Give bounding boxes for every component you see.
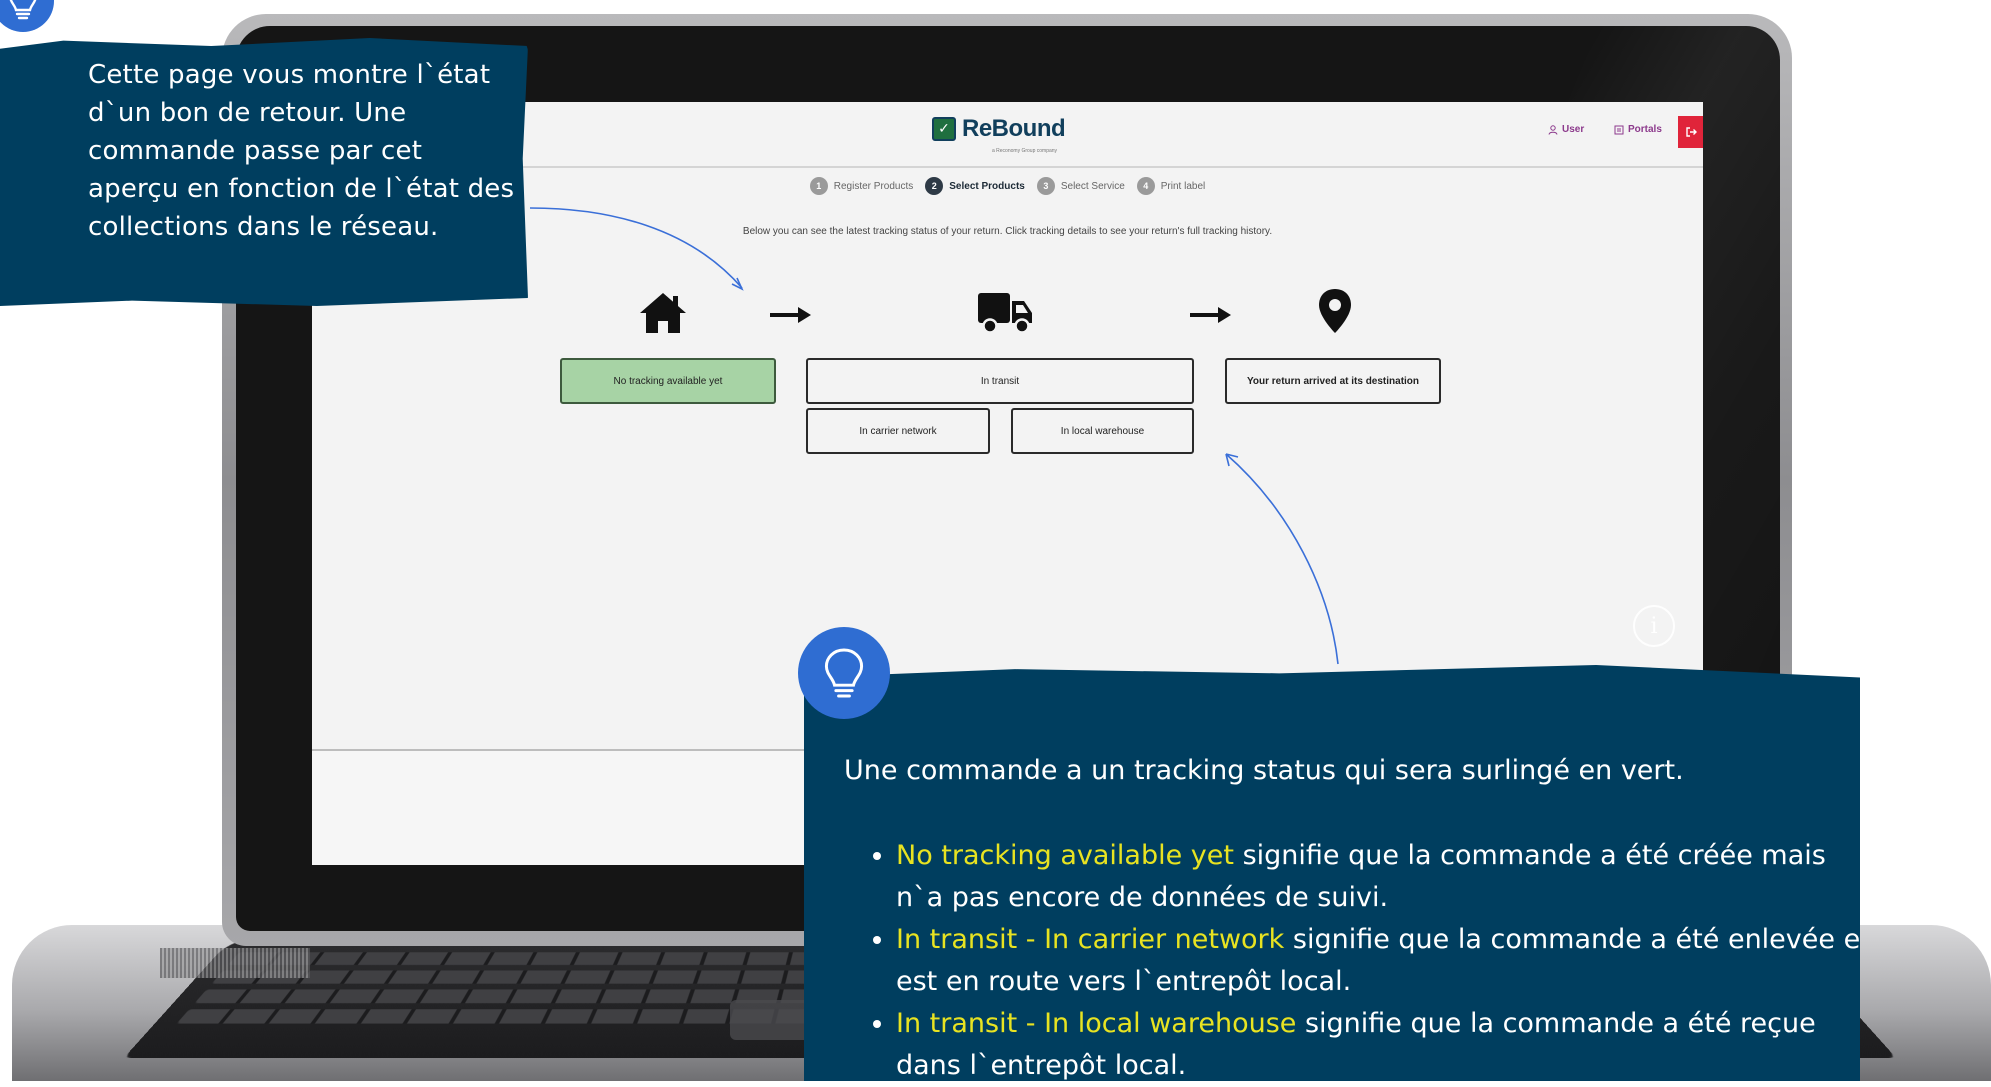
speaker-grill-left bbox=[160, 948, 310, 978]
lightbulb-badge-bottom bbox=[798, 627, 890, 719]
rebound-logo[interactable]: ✓ ReBound bbox=[932, 114, 1066, 144]
arrow-right-icon bbox=[770, 307, 811, 323]
step-select-service[interactable]: 3 Select Service bbox=[1036, 177, 1125, 195]
step-label: Select Service bbox=[1060, 180, 1125, 192]
location-pin-icon bbox=[1319, 289, 1351, 333]
status-arrived[interactable]: Your return arrived at its destination bbox=[1225, 358, 1441, 404]
nav-user-label: User bbox=[1562, 124, 1585, 135]
user-icon bbox=[1548, 124, 1558, 135]
list-item: In transit - In local warehouse signifie… bbox=[896, 1003, 1860, 1081]
list-item: In transit - In carrier network signifie… bbox=[896, 919, 1860, 1003]
status-no-tracking[interactable]: No tracking available yet bbox=[560, 358, 776, 404]
status-explanation-list: No tracking available yet signifie que l… bbox=[844, 835, 1860, 1081]
info-icon[interactable]: i bbox=[1633, 605, 1675, 647]
step-label: Register Products bbox=[833, 180, 914, 192]
callout-top: Cette page vous montre l`état d`un bon d… bbox=[0, 38, 528, 306]
lightbulb-icon bbox=[824, 648, 864, 698]
step-print-label[interactable]: 4 Print label bbox=[1136, 177, 1206, 195]
arrow-right-icon bbox=[1190, 307, 1231, 323]
status-highlight: In transit - In local warehouse bbox=[896, 1008, 1297, 1039]
step-label: Print label bbox=[1160, 180, 1206, 192]
nav-user-link[interactable]: User bbox=[1548, 124, 1584, 135]
logo-check-icon: ✓ bbox=[932, 117, 956, 141]
step-select-products[interactable]: 2 Select Products bbox=[925, 177, 1025, 195]
truck-icon bbox=[978, 293, 1032, 334]
status-in-carrier-network[interactable]: In carrier network bbox=[806, 408, 990, 454]
logout-icon bbox=[1685, 127, 1697, 137]
status-in-local-warehouse[interactable]: In local warehouse bbox=[1011, 408, 1194, 454]
step-register-products[interactable]: 1 Register Products bbox=[809, 177, 914, 195]
nav-portals-label: Portals bbox=[1628, 124, 1662, 135]
lightbulb-icon bbox=[9, 0, 37, 20]
callout-top-text: Cette page vous montre l`état d`un bon d… bbox=[88, 60, 515, 242]
home-icon bbox=[640, 293, 686, 333]
status-highlight: In transit - In carrier network bbox=[896, 924, 1285, 955]
logo-name: ReBound bbox=[962, 115, 1066, 142]
step-number: 4 bbox=[1136, 177, 1155, 195]
lightbulb-badge-top bbox=[0, 0, 54, 32]
nav-portals-link[interactable]: Portals bbox=[1614, 124, 1662, 135]
list-item: No tracking available yet signifie que l… bbox=[896, 835, 1860, 919]
step-number: 3 bbox=[1036, 177, 1055, 195]
callout-bottom: Une commande a un tracking status qui se… bbox=[804, 665, 1860, 1081]
status-highlight: No tracking available yet bbox=[896, 840, 1234, 871]
step-number: 1 bbox=[809, 177, 828, 195]
logo-subtitle: a Reconomy Group company bbox=[992, 148, 1058, 154]
logout-button[interactable] bbox=[1678, 116, 1703, 148]
status-in-transit[interactable]: In transit bbox=[806, 358, 1194, 404]
step-label: Select Products bbox=[949, 180, 1025, 192]
step-number: 2 bbox=[925, 177, 944, 195]
callout-bottom-lead: Une commande a un tracking status qui se… bbox=[844, 755, 1684, 786]
portals-icon bbox=[1614, 125, 1624, 134]
